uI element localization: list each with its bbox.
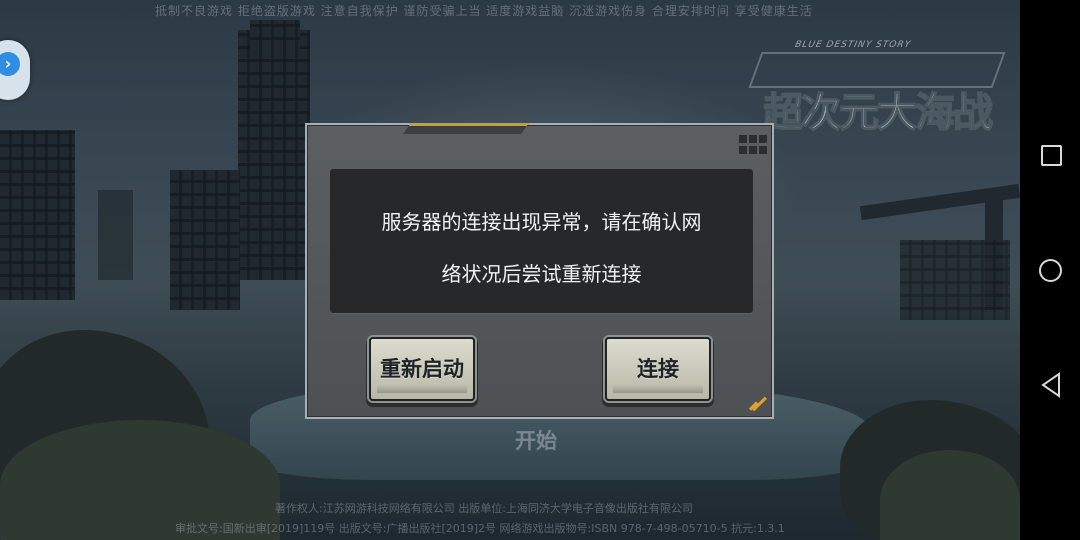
logo-subtitle: BLUE DESTINY STORY: [793, 40, 913, 50]
square-icon[interactable]: [1041, 145, 1062, 166]
floating-assistant-button[interactable]: ›: [0, 40, 30, 100]
android-navigation-bar: [1020, 0, 1080, 540]
dialog-message-box: 服务器的连接出现异常，请在确认网 络状况后尝试重新连接: [330, 169, 753, 313]
dialog-accent-top: [403, 123, 529, 134]
copyright-line-1: 著作权人:江苏网游科技网络有限公司 出版单位:上海同济大学电子音像出版社有限公司: [275, 502, 693, 515]
connection-error-dialog: 服务器的连接出现异常，请在确认网 络状况后尝试重新连接 重新启动 连接: [305, 123, 774, 419]
chevron-right-icon: ›: [0, 52, 20, 76]
grip-icon: [737, 133, 769, 157]
circle-icon[interactable]: [1039, 259, 1062, 282]
connect-button[interactable]: 连接: [605, 337, 711, 401]
triangle-back-icon[interactable]: [1039, 372, 1063, 398]
dialog-message-line-1: 服务器的连接出现异常，请在确认网: [381, 210, 702, 234]
health-notice: 抵制不良游戏 拒绝盗版游戏 注意自我保护 谨防受骗上当 适度游戏益脑 沉迷游戏伤…: [155, 4, 813, 18]
dialog-accent-corner: [748, 396, 768, 413]
restart-button[interactable]: 重新启动: [369, 337, 475, 401]
dialog-message-line-2: 络状况后尝试重新连接: [441, 262, 642, 286]
logo-title: 超次元大海战: [762, 88, 994, 137]
start-label: 开始: [515, 429, 557, 453]
copyright-line-2: 审批文号:国新出审[2019]119号 出版文号:广播出版社[2019]2号 网…: [175, 522, 785, 535]
game-logo: BLUE DESTINY STORY 超次元大海战: [748, 40, 1006, 140]
